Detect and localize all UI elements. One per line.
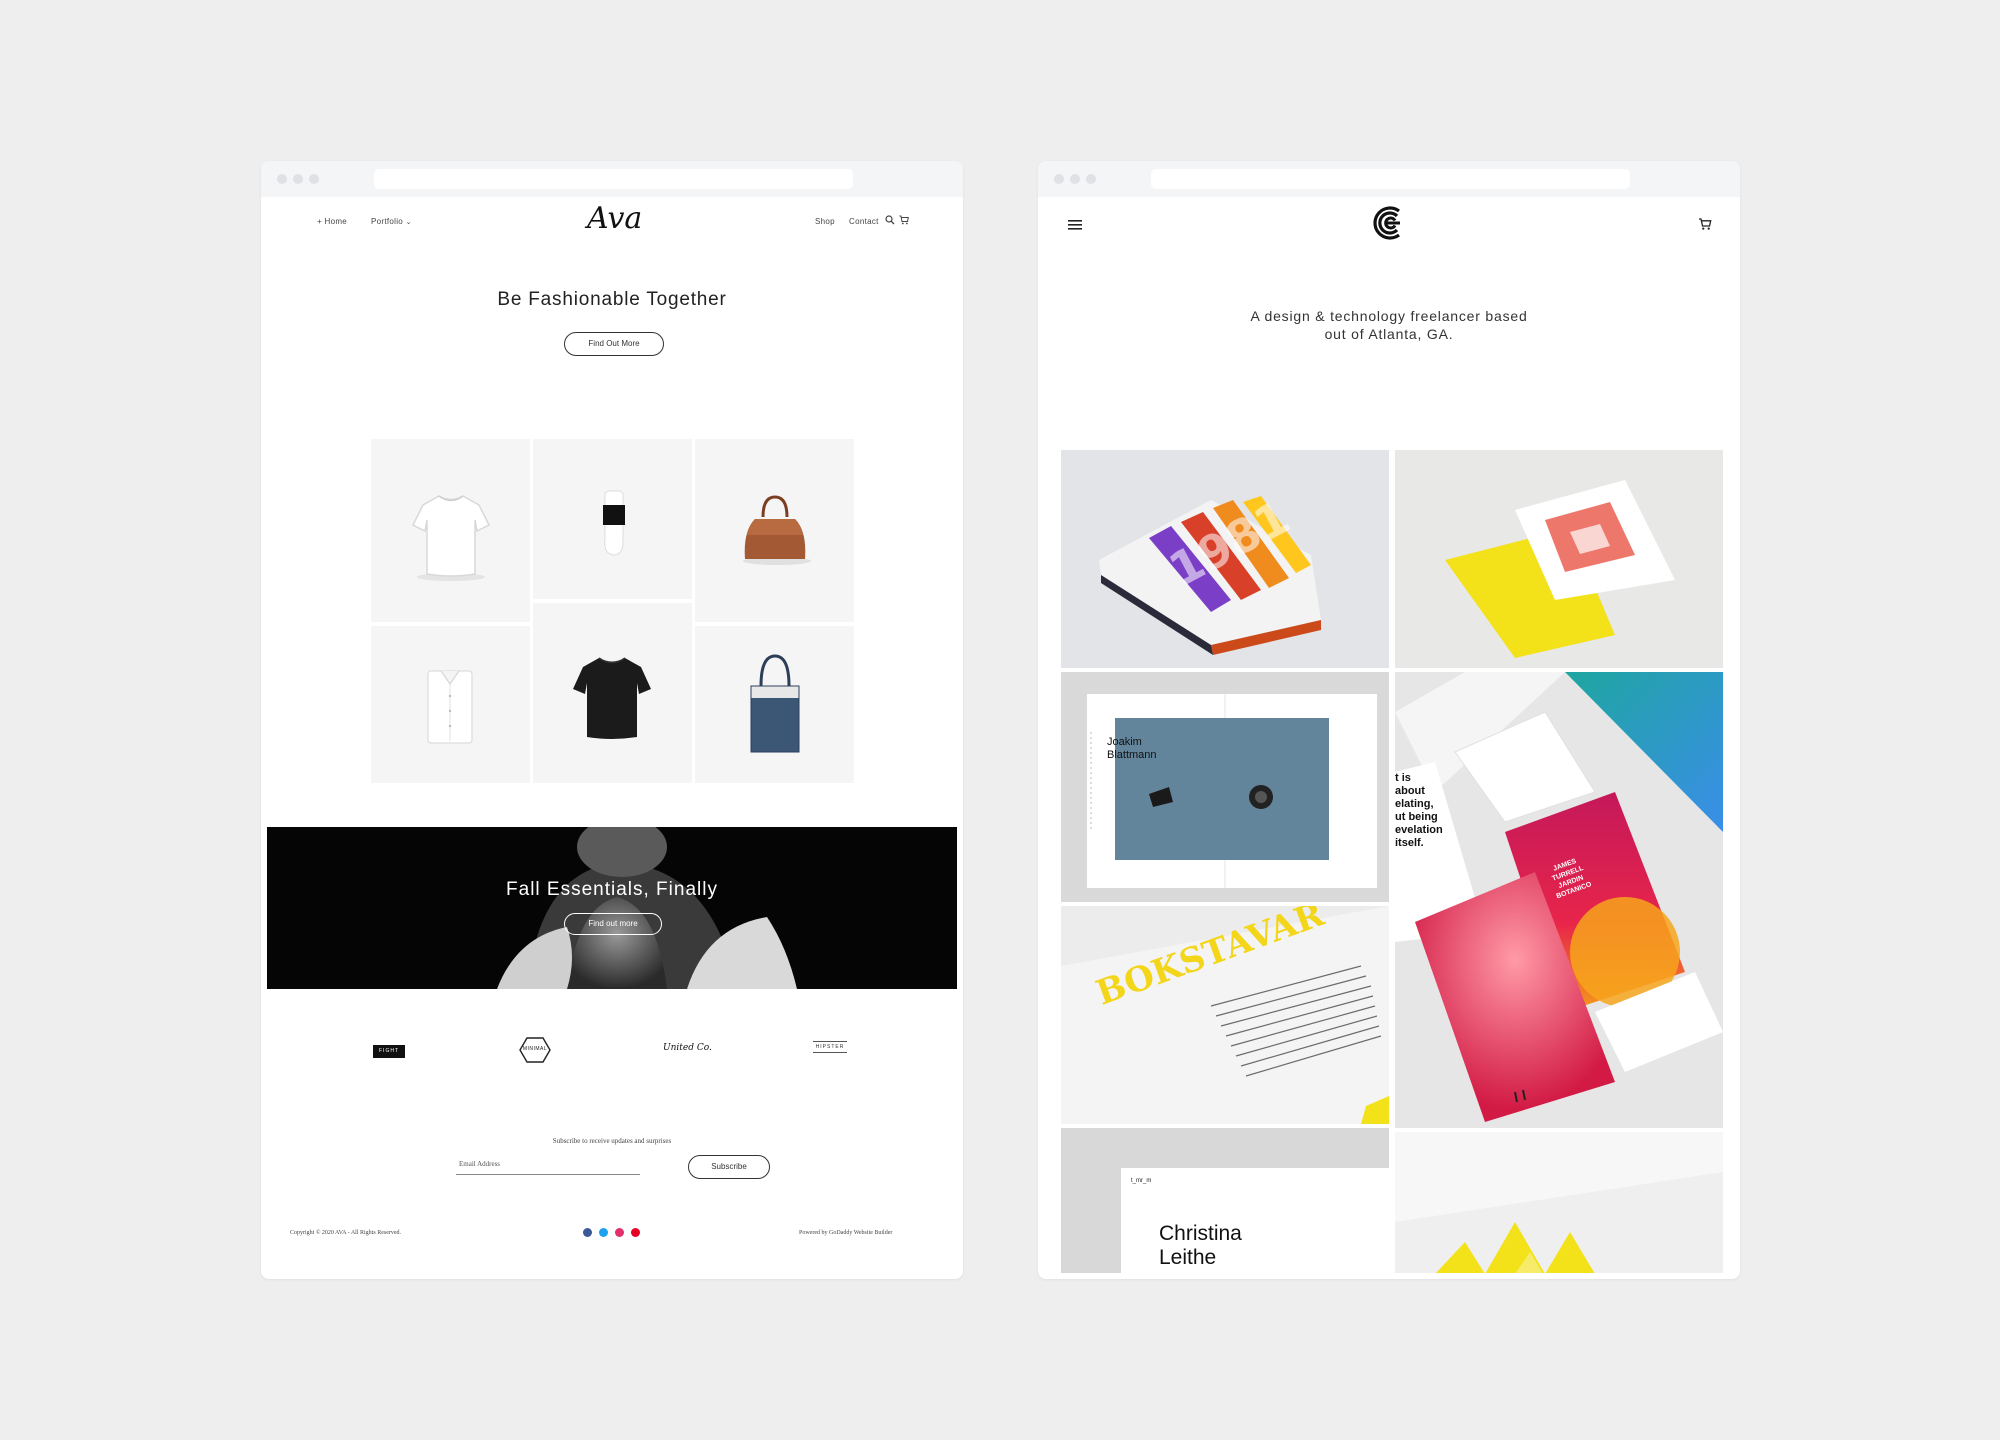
product-tile[interactable] bbox=[533, 603, 692, 783]
tagline-line-1: A design & technology freelancer based bbox=[1250, 308, 1528, 324]
gallery-image-turrell-cards[interactable]: t is about elating, ut being evelation i… bbox=[1395, 672, 1723, 1128]
chevron-down-icon: ⌄ bbox=[405, 219, 412, 226]
email-input-placeholder: Email Address bbox=[459, 1160, 501, 1168]
nav-home-link[interactable]: + Home bbox=[317, 217, 347, 226]
handbag-icon bbox=[743, 495, 811, 565]
brand-logo-minimal-label: MINIMAL bbox=[522, 1046, 548, 1052]
footer-powered-by[interactable]: Powered by GoDaddy Website Builder bbox=[799, 1230, 892, 1236]
tshirt-white-icon bbox=[411, 495, 491, 581]
shirt-folded-icon bbox=[427, 670, 473, 744]
banner-title: Fall Essentials, Finally bbox=[506, 879, 718, 900]
window-dot[interactable] bbox=[1086, 174, 1096, 184]
brand-logo-hipster: HIPSTER bbox=[813, 1041, 847, 1053]
social-links bbox=[583, 1228, 643, 1238]
tmm-label: t_mr_m bbox=[1131, 1178, 1152, 1184]
nav-portfolio-label: Portfolio bbox=[371, 217, 404, 226]
christina-title-line-2: Leithe bbox=[1159, 1246, 1217, 1269]
gallery-image-joakim[interactable]: Joakim Blattmann bbox=[1061, 672, 1389, 902]
christina-title-line-1: Christina bbox=[1159, 1222, 1242, 1245]
tshirt-black-icon bbox=[573, 657, 651, 739]
search-icon[interactable] bbox=[885, 215, 895, 225]
find-out-more-button[interactable]: Find Out More bbox=[564, 332, 664, 356]
gallery-image-book[interactable]: 1981 bbox=[1061, 450, 1389, 668]
window-dot[interactable] bbox=[293, 174, 303, 184]
brand-logo-united: United Co. bbox=[663, 1043, 712, 1053]
socks-icon bbox=[603, 490, 625, 556]
product-tile[interactable] bbox=[695, 439, 854, 622]
gallery-image-yellow-print[interactable] bbox=[1395, 1132, 1723, 1273]
product-tile[interactable] bbox=[371, 439, 530, 622]
footer-copyright: Copyright © 2020 AVA - All Rights Reserv… bbox=[290, 1230, 402, 1236]
card-quote-line: ut being bbox=[1395, 811, 1438, 823]
banner-photo bbox=[267, 827, 957, 989]
card-quote-text: t is about elating, ut being evelation i… bbox=[1395, 772, 1443, 850]
brand-logo-minimal: MINIMAL bbox=[519, 1037, 551, 1063]
tagline-line-2: out of Atlanta, GA. bbox=[1324, 326, 1454, 342]
joakim-name-line-1: Joakim bbox=[1107, 736, 1142, 748]
ava-site-page: + Home Portfolio ⌄ Ava Shop Contact Be F… bbox=[267, 197, 957, 1273]
window-dot[interactable] bbox=[309, 174, 319, 184]
christina-title: Christina Leithe bbox=[1159, 1222, 1242, 1270]
brand-logo-fight: FIGHT bbox=[373, 1045, 405, 1058]
browser-window-right: A design & technology freelancer based o… bbox=[1038, 161, 1740, 1279]
site-logo-icon[interactable] bbox=[1369, 205, 1405, 241]
card-quote-line: evelation bbox=[1395, 824, 1443, 836]
gallery-image-christina[interactable]: t_mr_m Christina Leithe bbox=[1061, 1128, 1389, 1273]
cart-icon[interactable] bbox=[1698, 217, 1712, 231]
browser-chrome bbox=[261, 161, 963, 197]
pinterest-icon[interactable] bbox=[631, 1228, 640, 1237]
subscribe-caption: Subscribe to receive updates and surpris… bbox=[552, 1137, 672, 1145]
tagline: A design & technology freelancer based o… bbox=[1044, 307, 1734, 343]
instagram-icon[interactable] bbox=[615, 1228, 624, 1237]
browser-chrome bbox=[1038, 161, 1740, 197]
email-input[interactable]: Email Address bbox=[456, 1157, 640, 1175]
joakim-name-line-2: Blattmann bbox=[1107, 749, 1157, 761]
gallery-image-prints[interactable] bbox=[1395, 450, 1723, 668]
card-quote-line: about bbox=[1395, 785, 1425, 797]
cart-icon[interactable] bbox=[899, 215, 909, 225]
banner-find-out-more-button[interactable]: Find out more bbox=[564, 913, 662, 935]
product-tile[interactable] bbox=[371, 626, 530, 783]
card-quote-line: itself. bbox=[1395, 837, 1424, 849]
hamburger-menu-icon[interactable] bbox=[1068, 219, 1082, 231]
site-logo[interactable]: Ava bbox=[587, 201, 642, 236]
browser-window-left: + Home Portfolio ⌄ Ava Shop Contact Be F… bbox=[261, 161, 963, 1279]
gallery-image-bokstavar[interactable]: BOKSTAVAR bbox=[1061, 906, 1389, 1124]
twitter-icon[interactable] bbox=[599, 1228, 608, 1237]
hero-title: Be Fashionable Together bbox=[497, 289, 727, 310]
window-dot[interactable] bbox=[277, 174, 287, 184]
facebook-icon[interactable] bbox=[583, 1228, 592, 1237]
card-quote-line: t is bbox=[1395, 772, 1411, 784]
nav-shop-link[interactable]: Shop bbox=[815, 217, 835, 226]
promo-banner: Fall Essentials, Finally Find out more bbox=[267, 827, 957, 989]
subscribe-button[interactable]: Subscribe bbox=[688, 1155, 770, 1179]
joakim-name: Joakim Blattmann bbox=[1107, 736, 1157, 762]
tote-bag-icon bbox=[750, 654, 800, 753]
product-tile[interactable] bbox=[695, 626, 854, 783]
nav-portfolio-link[interactable]: Portfolio ⌄ bbox=[371, 217, 412, 226]
window-dot[interactable] bbox=[1070, 174, 1080, 184]
product-tile[interactable] bbox=[533, 439, 692, 599]
nav-contact-link[interactable]: Contact bbox=[849, 217, 879, 226]
address-bar[interactable] bbox=[374, 169, 853, 189]
card-quote-line: elating, bbox=[1395, 798, 1434, 810]
portfolio-site-page: A design & technology freelancer based o… bbox=[1044, 197, 1734, 1273]
address-bar[interactable] bbox=[1151, 169, 1630, 189]
window-dot[interactable] bbox=[1054, 174, 1064, 184]
